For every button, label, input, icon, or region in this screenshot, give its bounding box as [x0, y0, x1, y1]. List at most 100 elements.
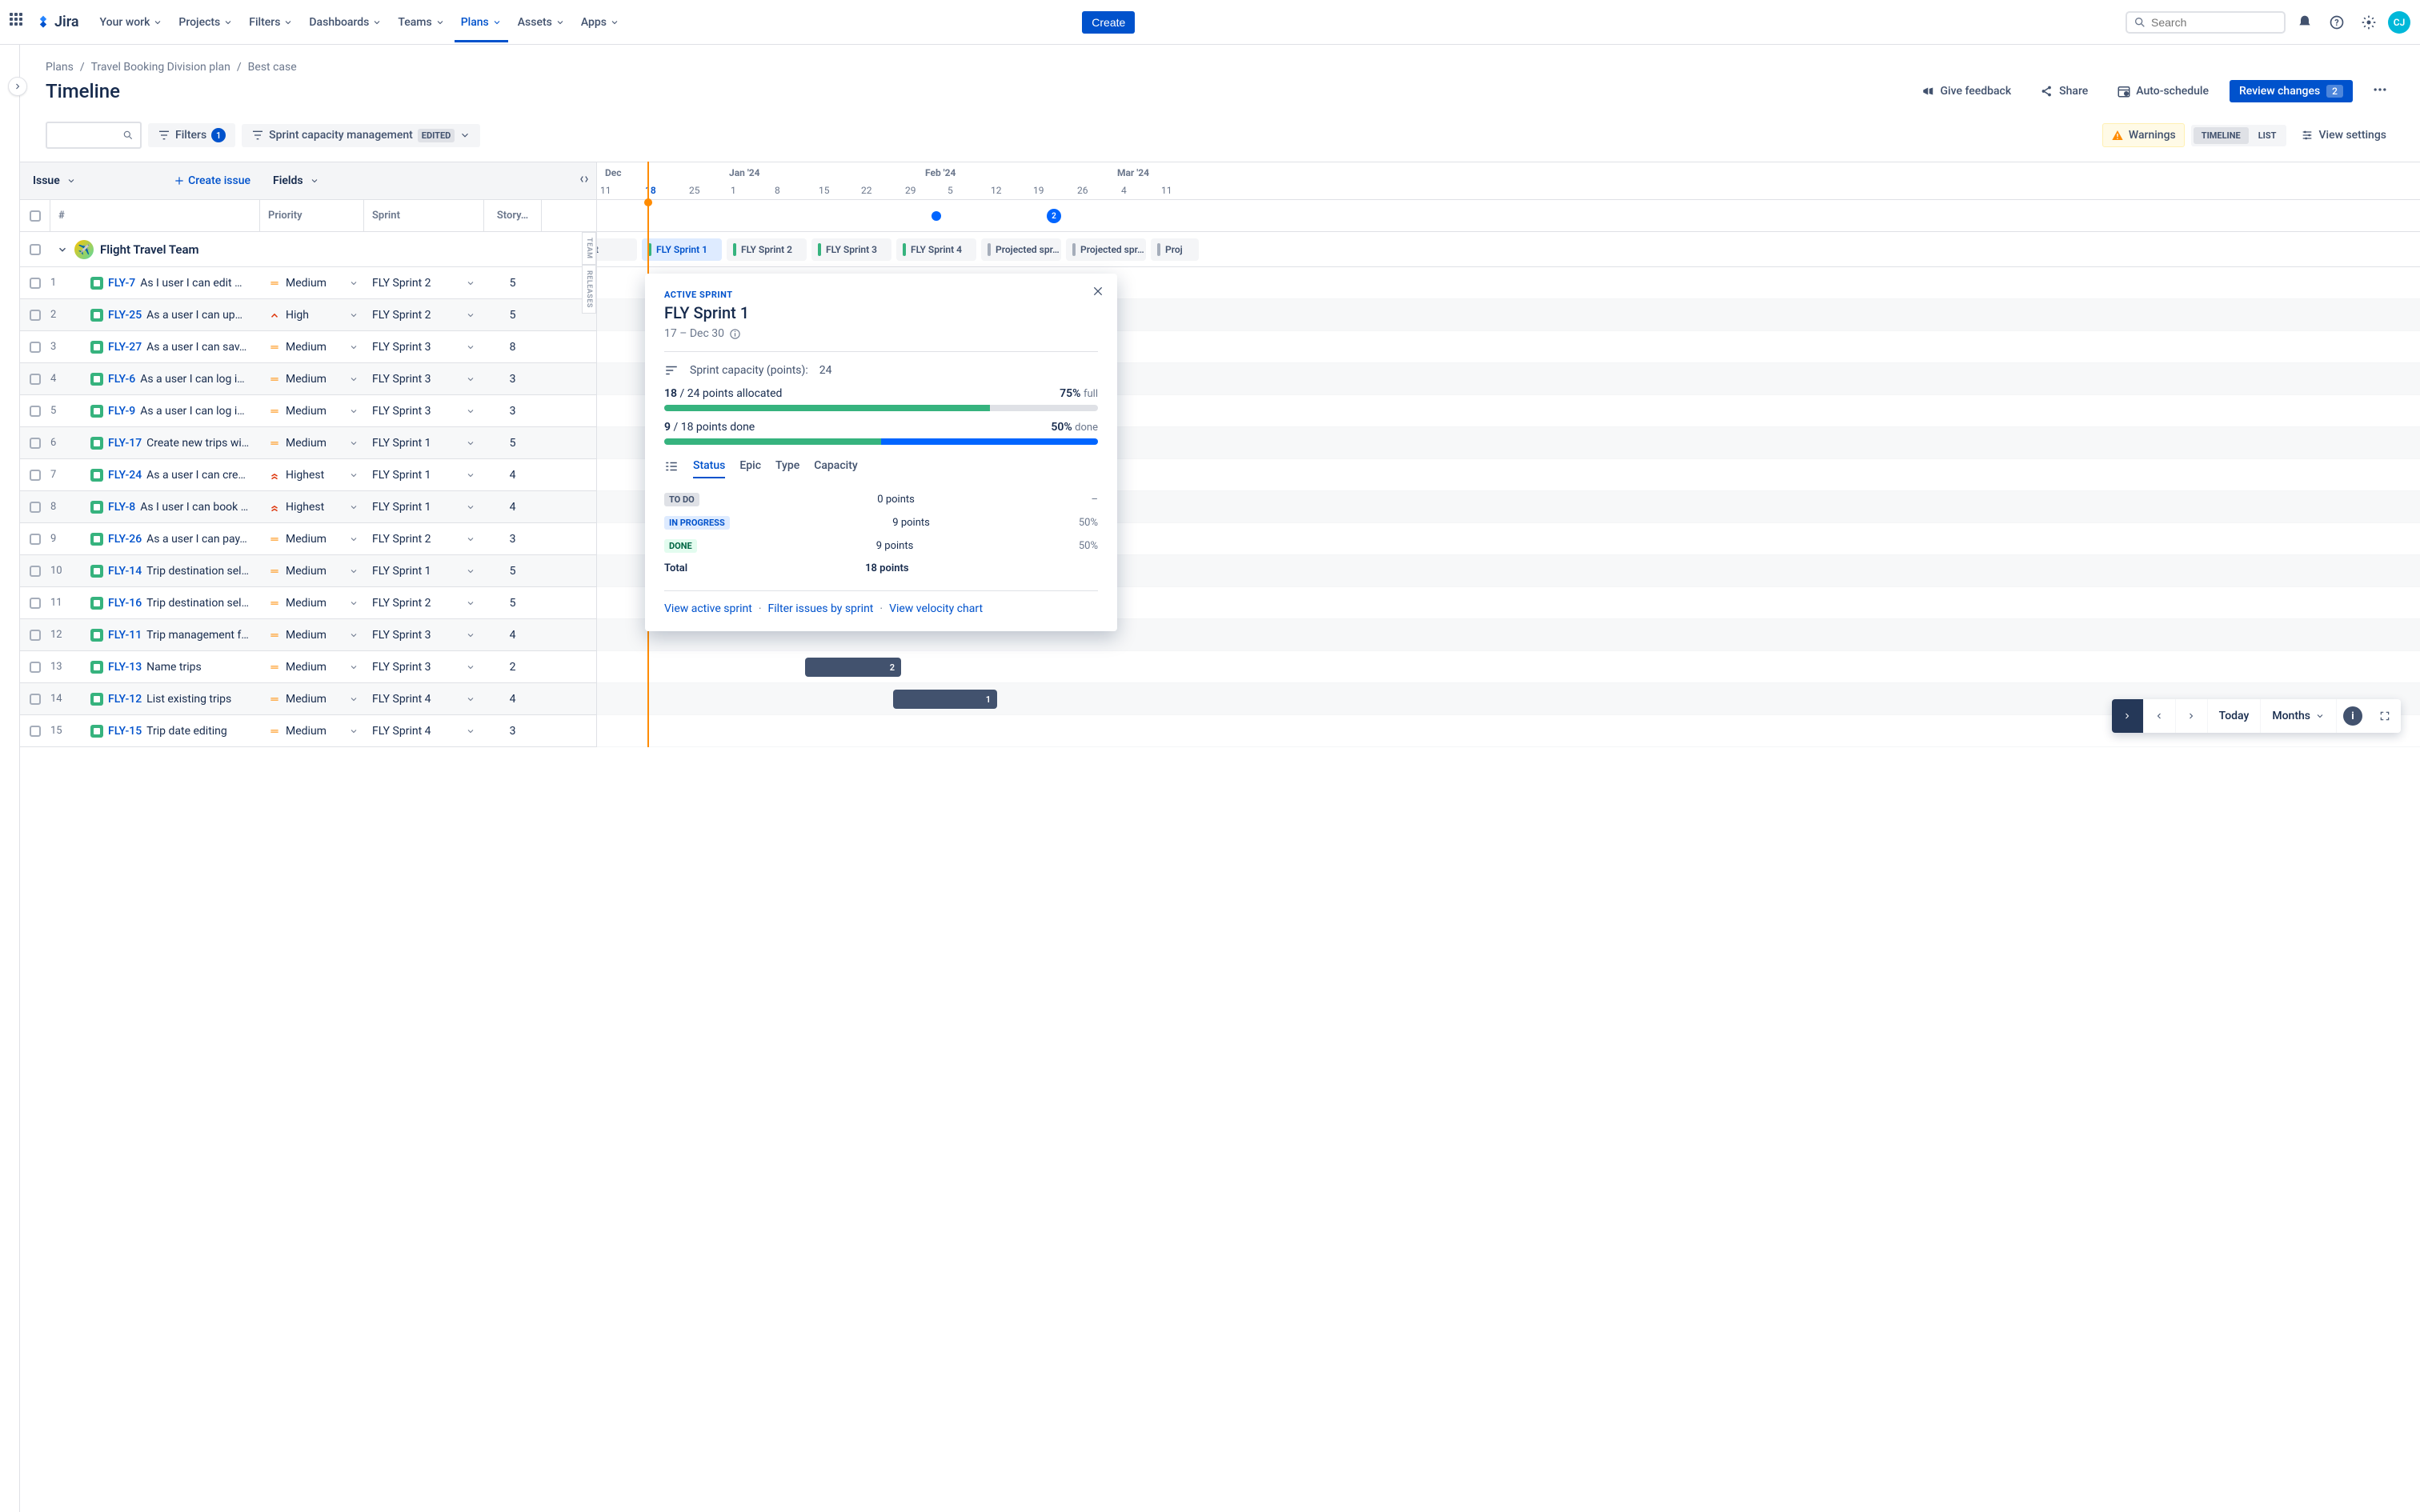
- row-checkbox[interactable]: [30, 630, 41, 641]
- column-resize-handle[interactable]: [572, 174, 596, 188]
- sprint-cell[interactable]: FLY Sprint 4: [364, 725, 484, 738]
- chevron-down-icon[interactable]: [466, 342, 475, 352]
- sprint-pill[interactable]: int: [596, 238, 637, 261]
- priority-cell[interactable]: Medium: [260, 693, 364, 706]
- fullscreen-button[interactable]: [2369, 699, 2401, 733]
- issue-column-header[interactable]: Issue: [33, 174, 76, 187]
- issue-key-link[interactable]: FLY-15: [108, 725, 142, 738]
- chevron-down-icon[interactable]: [349, 630, 359, 640]
- settings-icon[interactable]: [2356, 10, 2382, 35]
- release-marker[interactable]: 2: [1047, 209, 1061, 223]
- scroll-right-button[interactable]: [2112, 699, 2144, 733]
- issue-key-link[interactable]: FLY-9: [108, 405, 135, 418]
- jira-logo[interactable]: Jira: [35, 14, 79, 30]
- row-checkbox[interactable]: [30, 342, 41, 353]
- sprint-cell[interactable]: FLY Sprint 1: [364, 469, 484, 482]
- priority-cell[interactable]: Medium: [260, 277, 364, 290]
- share-button[interactable]: Share: [2032, 79, 2096, 103]
- sprint-cell[interactable]: FLY Sprint 2: [364, 309, 484, 322]
- story-points-cell[interactable]: 3: [484, 533, 542, 546]
- issue-row[interactable]: 14 FLY-12 List existing trips Medium FLY…: [20, 683, 596, 715]
- story-points-cell[interactable]: 5: [484, 277, 542, 290]
- sprint-cell[interactable]: FLY Sprint 2: [364, 533, 484, 546]
- story-points-cell[interactable]: 3: [484, 373, 542, 386]
- select-all-checkbox[interactable]: [30, 210, 41, 222]
- chevron-down-icon[interactable]: [349, 534, 359, 544]
- chevron-down-icon[interactable]: [349, 374, 359, 384]
- priority-cell[interactable]: Medium: [260, 405, 364, 418]
- story-points-cell[interactable]: 5: [484, 597, 542, 610]
- chevron-down-icon[interactable]: [349, 438, 359, 448]
- issue-row[interactable]: 5 FLY-9 As a user I can log i… Medium FL…: [20, 395, 596, 427]
- info-icon[interactable]: [729, 328, 741, 340]
- flyout-link[interactable]: View active sprint: [664, 602, 752, 615]
- sprint-cell[interactable]: FLY Sprint 2: [364, 597, 484, 610]
- issue-key-link[interactable]: FLY-11: [108, 629, 142, 642]
- priority-cell[interactable]: Medium: [260, 725, 364, 738]
- issue-row[interactable]: 12 FLY-11 Trip management f… Medium FLY …: [20, 619, 596, 651]
- team-row[interactable]: ✈️ Flight Travel Team: [50, 240, 199, 259]
- more-actions-button[interactable]: [2366, 77, 2394, 106]
- priority-cell[interactable]: Highest: [260, 501, 364, 514]
- sprint-cell[interactable]: FLY Sprint 1: [364, 565, 484, 578]
- issue-row[interactable]: 4 FLY-6 As a user I can log i… Medium FL…: [20, 363, 596, 395]
- chevron-down-icon[interactable]: [466, 726, 475, 736]
- releases-side-label[interactable]: RELEASES: [582, 265, 596, 314]
- search-box[interactable]: [2126, 11, 2286, 34]
- chevron-down-icon[interactable]: [349, 662, 359, 672]
- chevron-down-icon[interactable]: [466, 438, 475, 448]
- sprint-pill[interactable]: FLY Sprint 3: [811, 238, 891, 261]
- issue-key-link[interactable]: FLY-14: [108, 565, 142, 578]
- row-checkbox[interactable]: [30, 694, 41, 705]
- issue-row[interactable]: 13 FLY-13 Name trips Medium FLY Sprint 3…: [20, 651, 596, 683]
- row-checkbox[interactable]: [30, 502, 41, 513]
- chevron-down-icon[interactable]: [349, 278, 359, 288]
- create-button[interactable]: Create: [1082, 11, 1135, 34]
- close-button[interactable]: [1092, 285, 1104, 301]
- filters-button[interactable]: Filters 1: [148, 123, 235, 147]
- row-checkbox[interactable]: [30, 534, 41, 545]
- issue-key-link[interactable]: FLY-13: [108, 661, 142, 674]
- chevron-down-icon[interactable]: [466, 278, 475, 288]
- priority-cell[interactable]: Medium: [260, 341, 364, 354]
- issue-key-link[interactable]: FLY-24: [108, 469, 142, 482]
- create-issue-button[interactable]: Create issue: [174, 174, 250, 187]
- release-marker[interactable]: [932, 211, 941, 221]
- column-priority[interactable]: Priority: [260, 200, 364, 231]
- issue-key-link[interactable]: FLY-26: [108, 533, 142, 546]
- chevron-down-icon[interactable]: [349, 502, 359, 512]
- flyout-tab-capacity[interactable]: Capacity: [814, 454, 858, 478]
- sprint-cell[interactable]: FLY Sprint 3: [364, 629, 484, 642]
- story-points-cell[interactable]: 3: [484, 405, 542, 418]
- row-checkbox[interactable]: [30, 438, 41, 449]
- chevron-down-icon[interactable]: [466, 662, 475, 672]
- sprint-cell[interactable]: FLY Sprint 2: [364, 277, 484, 290]
- zoom-select[interactable]: Months: [2261, 699, 2337, 733]
- chevron-down-icon[interactable]: [466, 566, 475, 576]
- sprint-cell[interactable]: FLY Sprint 1: [364, 501, 484, 514]
- priority-cell[interactable]: Highest: [260, 469, 364, 482]
- issue-key-link[interactable]: FLY-8: [108, 501, 135, 514]
- column-story-points[interactable]: Story…: [484, 200, 542, 231]
- sprint-pill[interactable]: FLY Sprint 1: [642, 238, 722, 261]
- row-checkbox[interactable]: [30, 662, 41, 673]
- row-checkbox[interactable]: [30, 598, 41, 609]
- chevron-down-icon[interactable]: [466, 502, 475, 512]
- issue-key-link[interactable]: FLY-7: [108, 277, 135, 290]
- issue-row[interactable]: 11 FLY-16 Trip destination sel… Medium F…: [20, 587, 596, 619]
- notifications-icon[interactable]: [2292, 10, 2318, 35]
- priority-cell[interactable]: Medium: [260, 437, 364, 450]
- flyout-tab-status[interactable]: Status: [693, 454, 725, 478]
- chevron-down-icon[interactable]: [466, 374, 475, 384]
- view-settings-button[interactable]: View settings: [2293, 124, 2394, 146]
- help-icon[interactable]: ?: [2324, 10, 2350, 35]
- sprint-cell[interactable]: FLY Sprint 1: [364, 437, 484, 450]
- issue-bar[interactable]: 1: [893, 690, 997, 709]
- row-checkbox[interactable]: [30, 470, 41, 481]
- story-points-cell[interactable]: 4: [484, 501, 542, 514]
- user-avatar[interactable]: CJ: [2388, 11, 2410, 34]
- issue-row[interactable]: 8 FLY-8 As I user I can book … Highest F…: [20, 491, 596, 523]
- timeline-view-tab[interactable]: TIMELINE: [2194, 127, 2249, 144]
- row-checkbox[interactable]: [30, 726, 41, 737]
- team-checkbox[interactable]: [30, 244, 41, 255]
